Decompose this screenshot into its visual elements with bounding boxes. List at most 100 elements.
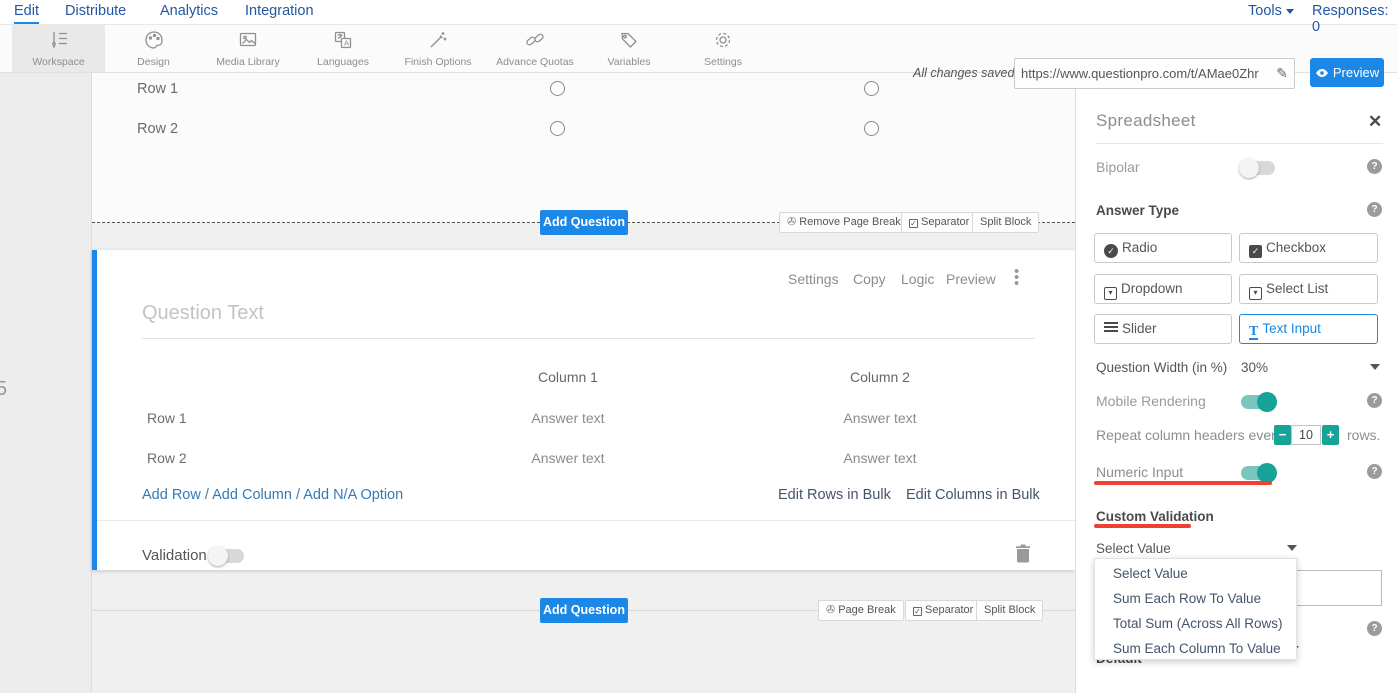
answer-type-select-list[interactable]: ▾Select List: [1239, 274, 1378, 304]
mobile-rendering-label: Mobile Rendering: [1096, 393, 1206, 409]
slider-icon: [1104, 322, 1118, 334]
add-row-link[interactable]: Add Row: [142, 487, 201, 503]
page-break-icon: ✇: [787, 213, 796, 232]
save-status: All changes saved: [913, 66, 1014, 80]
question-preview-link[interactable]: Preview: [946, 271, 996, 287]
more-options-icon[interactable]: •••: [1014, 269, 1020, 287]
radio-option[interactable]: [864, 81, 879, 96]
edit-columns-in-bulk-link[interactable]: Edit Columns in Bulk: [906, 487, 1040, 503]
column-header[interactable]: Column 1: [538, 369, 598, 385]
remove-page-break-button[interactable]: ✇Remove Page Break: [779, 212, 909, 233]
chevron-down-icon[interactable]: [1370, 364, 1380, 370]
mobile-rendering-toggle[interactable]: [1241, 395, 1275, 409]
answer-type-dropdown[interactable]: ▾Dropdown: [1094, 274, 1232, 304]
toggle-knob: [1257, 463, 1277, 483]
bipolar-toggle[interactable]: [1241, 161, 1275, 175]
settings-icon: [712, 30, 734, 50]
responses-count[interactable]: Responses: 0: [1312, 3, 1397, 35]
dropdown-option-sum-each-row[interactable]: Sum Each Row To Value: [1095, 586, 1296, 611]
help-icon[interactable]: ?: [1367, 393, 1382, 408]
languages-icon: A: [332, 30, 354, 50]
page-break-icon: ✇: [826, 601, 835, 620]
question-text-input[interactable]: Question Text: [142, 302, 264, 325]
help-icon[interactable]: ?: [1367, 621, 1382, 636]
survey-url-input[interactable]: [1015, 59, 1265, 88]
answer-type-checkbox[interactable]: ✓Checkbox: [1239, 233, 1378, 263]
add-question-button-bottom[interactable]: Add Question: [540, 598, 628, 623]
nav-integration[interactable]: Integration: [245, 3, 314, 19]
edit-url-icon[interactable]: ✎: [1276, 65, 1288, 82]
help-icon[interactable]: ?: [1367, 464, 1382, 479]
tab-languages-label: Languages: [300, 56, 386, 68]
split-block-label: Split Block: [980, 216, 1031, 228]
close-icon[interactable]: ✕: [1368, 112, 1382, 132]
question-settings-link[interactable]: Settings: [788, 271, 839, 287]
chevron-down-icon: [1286, 9, 1294, 14]
preview-label: Preview: [1333, 65, 1379, 80]
edit-rows-in-bulk-link[interactable]: Edit Rows in Bulk: [778, 487, 891, 503]
eye-icon: [1315, 68, 1329, 78]
increment-button[interactable]: +: [1322, 425, 1339, 445]
page-break-button[interactable]: ✇Page Break: [818, 600, 904, 621]
finish-options-icon: [427, 30, 449, 50]
add-question-button-top[interactable]: Add Question: [540, 210, 628, 235]
separator-button-top[interactable]: ✓Separator: [901, 212, 977, 233]
tab-finish-options[interactable]: Finish Options: [392, 25, 484, 72]
tab-media-library[interactable]: Media Library: [200, 25, 296, 72]
add-column-link[interactable]: Add Column: [212, 487, 292, 503]
row-label[interactable]: Row 2: [147, 450, 187, 466]
help-icon[interactable]: ?: [1367, 159, 1382, 174]
validation-select-value[interactable]: Select Value: [1096, 541, 1171, 556]
answer-cell[interactable]: Answer text: [531, 410, 604, 426]
column-header[interactable]: Column 2: [850, 369, 910, 385]
split-block-button-top[interactable]: Split Block: [972, 212, 1039, 233]
row-label[interactable]: Row 1: [147, 410, 187, 426]
repeat-headers-input[interactable]: [1291, 425, 1321, 445]
chevron-down-icon[interactable]: [1287, 545, 1297, 551]
tab-settings[interactable]: Settings: [678, 25, 768, 72]
answer-cell[interactable]: Answer text: [843, 450, 916, 466]
delete-question-icon[interactable]: [1015, 544, 1031, 563]
design-icon: [143, 30, 165, 50]
dropdown-option-total-sum[interactable]: Total Sum (Across All Rows): [1095, 611, 1296, 636]
separator-button-bottom[interactable]: ✓Separator: [905, 600, 981, 621]
decrement-button[interactable]: −: [1274, 425, 1291, 445]
radio-option[interactable]: [550, 81, 565, 96]
question-logic-link[interactable]: Logic: [901, 271, 934, 287]
answer-type-text-input[interactable]: TText Input: [1239, 314, 1378, 344]
tools-menu[interactable]: Tools: [1248, 3, 1294, 19]
question-settings-panel: Spreadsheet ✕ Bipolar ? Answer Type ? ✓R…: [1075, 73, 1397, 693]
nav-edit[interactable]: Edit: [14, 3, 39, 24]
tab-advance-quotas-label: Advance Quotas: [488, 56, 582, 68]
tab-languages[interactable]: A Languages: [300, 25, 386, 72]
tab-design[interactable]: Design: [110, 25, 197, 72]
question-copy-link[interactable]: Copy: [853, 271, 886, 287]
split-block-button-bottom[interactable]: Split Block: [976, 600, 1043, 621]
numeric-input-toggle[interactable]: [1241, 466, 1275, 480]
tab-variables[interactable]: Variables: [586, 25, 672, 72]
tab-variables-label: Variables: [586, 56, 672, 68]
repeat-headers-label: Repeat column headers every: [1096, 427, 1283, 443]
radio-option[interactable]: [550, 121, 565, 136]
numeric-input-label: Numeric Input: [1096, 464, 1183, 480]
dropdown-option-select-value[interactable]: Select Value: [1095, 561, 1296, 586]
question-width-value[interactable]: 30%: [1241, 360, 1268, 375]
nav-analytics[interactable]: Analytics: [160, 3, 218, 19]
preview-button[interactable]: Preview: [1310, 58, 1384, 87]
tab-advance-quotas[interactable]: Advance Quotas: [488, 25, 582, 72]
previous-question-block[interactable]: Row 1 Row 2: [92, 73, 1075, 222]
nav-distribute[interactable]: Distribute: [65, 3, 126, 19]
answer-type-radio[interactable]: ✓Radio: [1094, 233, 1232, 263]
top-nav: Edit Distribute Analytics Integration To…: [0, 0, 1397, 25]
validation-toggle[interactable]: [210, 549, 244, 563]
answer-type-label-text: Slider: [1122, 321, 1157, 336]
answer-cell[interactable]: Answer text: [531, 450, 604, 466]
answer-type-slider[interactable]: Slider: [1094, 314, 1232, 344]
question-editor-card: Settings Copy Logic Preview ••• Question…: [92, 250, 1075, 570]
dropdown-option-sum-each-column[interactable]: Sum Each Column To Value: [1095, 636, 1296, 660]
add-na-option-link[interactable]: Add N/A Option: [303, 487, 403, 503]
help-icon[interactable]: ?: [1367, 202, 1382, 217]
answer-cell[interactable]: Answer text: [843, 410, 916, 426]
radio-option[interactable]: [864, 121, 879, 136]
tab-workspace[interactable]: Workspace: [12, 25, 105, 72]
